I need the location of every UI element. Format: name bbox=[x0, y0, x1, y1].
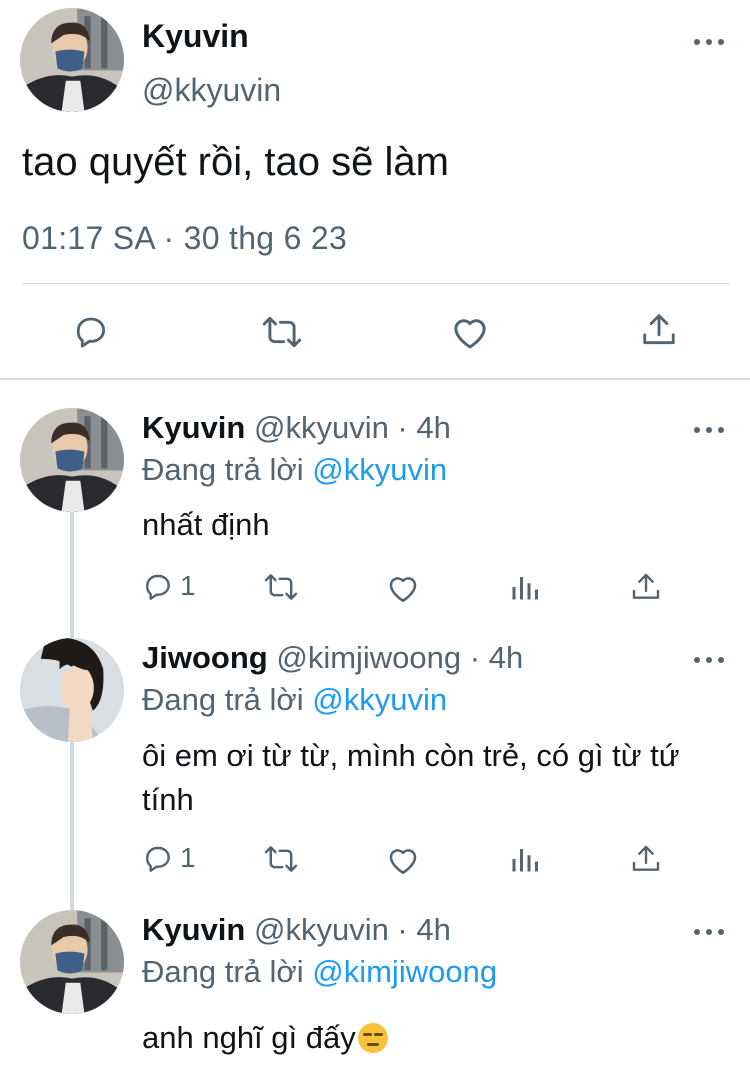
heart-icon bbox=[389, 849, 417, 875]
avatar-image bbox=[20, 8, 124, 112]
reply-button[interactable]: 1 bbox=[142, 842, 196, 874]
reply-text-container: anh nghĩ gì đấy bbox=[142, 1016, 732, 1060]
author-handle[interactable]: @kkyuvin bbox=[142, 72, 281, 109]
avatar-kyuvin[interactable] bbox=[20, 910, 124, 1014]
retweet-icon bbox=[264, 574, 298, 600]
retweet-icon bbox=[262, 316, 302, 348]
reply-header: Kyuvin @kkyuvin · 4h bbox=[142, 410, 451, 446]
author-handle[interactable]: @kkyuvin · 4h bbox=[254, 912, 451, 947]
retweet-button[interactable] bbox=[263, 572, 299, 602]
reply-button[interactable]: 1 bbox=[142, 570, 196, 602]
thread-connector bbox=[70, 742, 74, 910]
replying-label: Đang trả lời bbox=[142, 452, 304, 487]
reply-header: Kyuvin @kkyuvin · 4h bbox=[142, 912, 451, 948]
avatar-image bbox=[20, 638, 124, 742]
more-options-icon[interactable] bbox=[694, 922, 724, 942]
section-divider bbox=[0, 378, 750, 380]
share-icon bbox=[632, 845, 660, 871]
thread-connector bbox=[70, 512, 74, 638]
author-name[interactable]: Jiwoong bbox=[142, 640, 268, 675]
expressionless-emoji-icon bbox=[357, 1023, 388, 1053]
views-button[interactable] bbox=[510, 844, 540, 874]
reply-text: nhất định bbox=[142, 507, 270, 542]
reply-text: ôi em ơi từ từ, mình còn trẻ, có gì từ t… bbox=[142, 738, 680, 817]
reply-count: 1 bbox=[180, 570, 196, 601]
share-icon bbox=[632, 573, 660, 599]
author-name[interactable]: Kyuvin bbox=[142, 912, 245, 947]
views-icon bbox=[512, 577, 538, 600]
like-button[interactable] bbox=[386, 572, 420, 604]
share-button[interactable] bbox=[630, 842, 662, 876]
author-handle[interactable]: @kkyuvin · 4h bbox=[254, 410, 451, 445]
avatar-kyuvin-main[interactable] bbox=[20, 8, 124, 112]
more-options-icon[interactable] bbox=[694, 650, 724, 670]
like-button[interactable] bbox=[386, 844, 420, 876]
replying-to-link[interactable]: @kimjiwoong bbox=[312, 954, 497, 989]
share-button[interactable] bbox=[640, 310, 678, 350]
tweet-timestamp[interactable]: 01:17 SA · 30 thg 6 23 bbox=[22, 220, 347, 257]
replying-label: Đang trả lời bbox=[142, 954, 304, 989]
replying-to: Đang trả lời @kkyuvin bbox=[142, 682, 447, 718]
author-name[interactable]: Kyuvin bbox=[142, 410, 245, 445]
heart-icon bbox=[454, 319, 486, 349]
tweet-text: tao quyết rồi, tao sẽ làm bbox=[22, 140, 449, 184]
reply-header: Jiwoong @kimjiwoong · 4h bbox=[142, 640, 523, 676]
author-name[interactable]: Kyuvin bbox=[142, 18, 249, 55]
replying-to: Đang trả lời @kkyuvin bbox=[142, 452, 447, 488]
reply-button[interactable] bbox=[72, 312, 110, 350]
avatar-image bbox=[20, 910, 124, 1014]
reply-icon bbox=[76, 317, 106, 348]
views-button[interactable] bbox=[510, 572, 540, 602]
retweet-button[interactable] bbox=[263, 844, 299, 874]
replying-to: Đang trả lời @kimjiwoong bbox=[142, 954, 497, 990]
share-icon bbox=[643, 314, 675, 345]
reply-icon bbox=[146, 574, 170, 600]
like-button[interactable] bbox=[450, 313, 490, 351]
retweet-button[interactable] bbox=[261, 314, 303, 350]
avatar-jiwoong[interactable] bbox=[20, 638, 124, 742]
reply-count: 1 bbox=[180, 842, 196, 873]
replying-to-link[interactable]: @kkyuvin bbox=[312, 682, 447, 717]
replying-label: Đang trả lời bbox=[142, 682, 304, 717]
author-handle[interactable]: @kimjiwoong · 4h bbox=[276, 640, 523, 675]
divider bbox=[22, 283, 730, 284]
retweet-icon bbox=[264, 846, 298, 872]
heart-icon bbox=[389, 577, 417, 603]
reply-text: anh nghĩ gì đấy bbox=[142, 1020, 356, 1055]
reply-icon bbox=[146, 846, 170, 872]
share-button[interactable] bbox=[630, 570, 662, 604]
more-options-icon[interactable] bbox=[694, 32, 724, 52]
more-options-icon[interactable] bbox=[694, 420, 724, 440]
avatar-image bbox=[20, 408, 124, 512]
views-icon bbox=[512, 849, 538, 872]
replying-to-link[interactable]: @kkyuvin bbox=[312, 452, 447, 487]
avatar-kyuvin[interactable] bbox=[20, 408, 124, 512]
